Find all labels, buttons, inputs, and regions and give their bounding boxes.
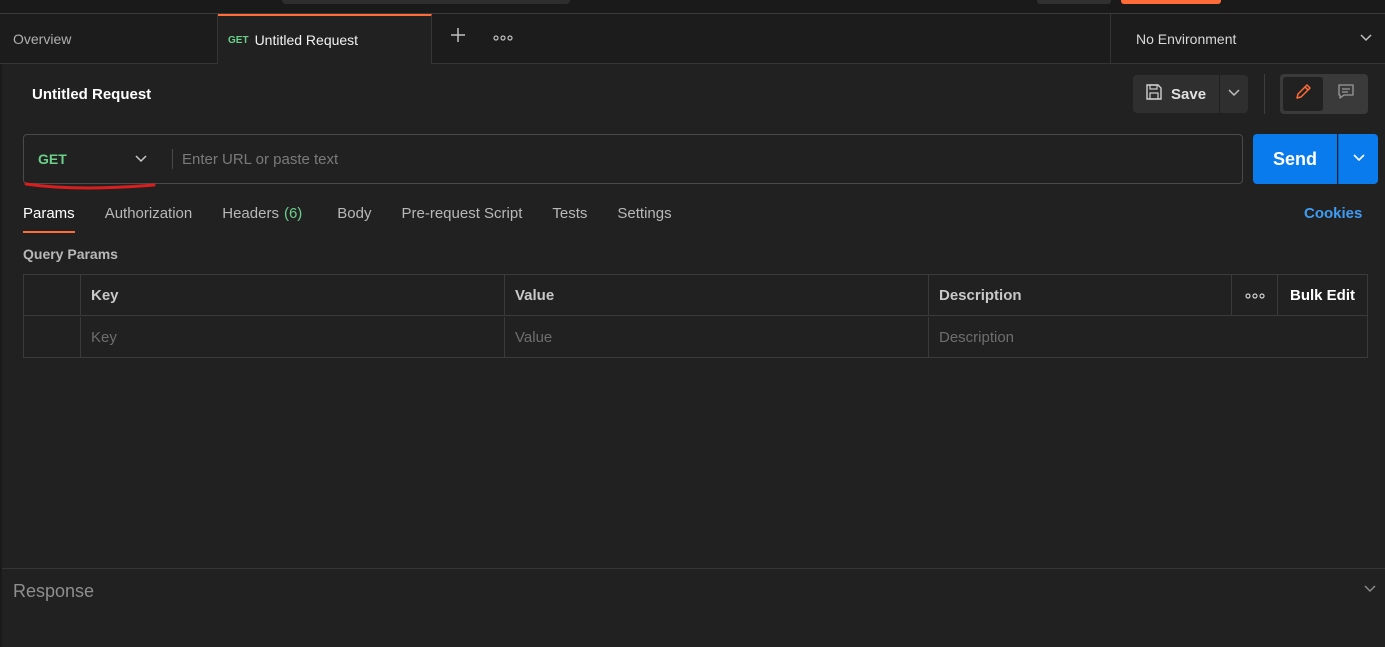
description-column-header: Description xyxy=(929,275,1232,316)
key-input[interactable]: Key xyxy=(81,317,505,358)
chevron-down-icon xyxy=(1352,150,1366,169)
tab-body[interactable]: Body xyxy=(337,200,371,230)
comment-icon xyxy=(1336,82,1356,107)
url-bar-divider xyxy=(172,149,173,169)
tab-untitled-request[interactable]: GET Untitled Request xyxy=(218,14,432,64)
tab-authorization[interactable]: Authorization xyxy=(105,200,193,230)
environment-select[interactable]: No Environment xyxy=(1110,14,1385,64)
view-mode-toggle xyxy=(1280,74,1368,114)
postman-window: Overview GET Untitled Request No Environ… xyxy=(0,0,1385,647)
bulk-edit-button[interactable]: Bulk Edit xyxy=(1278,275,1367,316)
query-params-title: Query Params xyxy=(23,246,118,262)
response-label: Response xyxy=(13,581,95,601)
chevron-down-icon[interactable] xyxy=(1363,581,1377,600)
sidebar-edge xyxy=(0,64,2,647)
save-label: Save xyxy=(1171,85,1207,103)
send-button[interactable]: Send xyxy=(1253,134,1337,184)
tab-settings[interactable]: Settings xyxy=(617,200,671,230)
tab-settings-label: Settings xyxy=(617,205,672,222)
send-options-button[interactable] xyxy=(1338,134,1378,184)
tab-params[interactable]: Params xyxy=(23,200,75,233)
red-underline-annotation xyxy=(24,182,156,190)
value-column-header: Value xyxy=(505,275,929,316)
tab-tests-label: Tests xyxy=(552,205,588,222)
tab-method-badge: GET xyxy=(228,34,249,46)
comments-button[interactable] xyxy=(1326,77,1366,111)
table-row: Key Value Description xyxy=(24,317,1367,358)
key-column-header: Key xyxy=(81,275,505,316)
tab-params-label: Params xyxy=(23,205,75,222)
plus-icon[interactable] xyxy=(446,26,470,50)
ellipsis-icon[interactable] xyxy=(1232,275,1278,316)
tab-overview[interactable]: Overview xyxy=(0,14,218,64)
send-label: Send xyxy=(1272,148,1317,169)
app-header-remnant xyxy=(0,0,1385,14)
tab-headers[interactable]: Headers (6) xyxy=(222,200,302,230)
environment-label: No Environment xyxy=(1136,31,1237,47)
tab-body-label: Body xyxy=(337,205,372,222)
ellipsis-icon[interactable] xyxy=(491,26,515,50)
save-options-button[interactable] xyxy=(1220,75,1248,113)
request-tabs: Params Authorization Headers (6) Body Pr… xyxy=(23,200,702,234)
query-params-table: Key Value Description Bulk Edit Key Valu… xyxy=(23,274,1368,358)
header-button-remnant[interactable] xyxy=(1037,0,1111,4)
chevron-down-icon xyxy=(1359,30,1373,47)
upgrade-button-remnant[interactable] xyxy=(1121,0,1221,4)
cookies-link[interactable]: Cookies xyxy=(1304,205,1362,222)
url-input[interactable] xyxy=(182,135,1222,183)
tab-pre-request-script[interactable]: Pre-request Script xyxy=(402,200,523,230)
tab-bar: Overview GET Untitled Request No Environ… xyxy=(0,14,1385,64)
tab-overview-label: Overview xyxy=(13,31,72,47)
url-bar: GET xyxy=(23,134,1243,184)
save-button[interactable]: Save xyxy=(1133,75,1219,113)
pencil-icon xyxy=(1293,82,1313,107)
tab-label: Untitled Request xyxy=(254,32,359,48)
search-bar-remnant[interactable] xyxy=(282,0,570,4)
toolbar-divider xyxy=(1264,74,1265,114)
save-icon xyxy=(1145,83,1171,105)
table-header-row: Key Value Description Bulk Edit xyxy=(24,275,1367,316)
method-select[interactable]: GET xyxy=(24,135,172,183)
response-panel[interactable]: Response xyxy=(2,568,1385,647)
tab-pre-request-script-label: Pre-request Script xyxy=(401,205,523,222)
edit-mode-button[interactable] xyxy=(1283,77,1323,111)
description-input[interactable]: Description xyxy=(929,317,1367,358)
row-checkbox-cell xyxy=(24,317,81,358)
method-label: GET xyxy=(38,151,67,167)
headers-count-badge: (6) xyxy=(283,205,303,222)
request-title[interactable]: Untitled Request xyxy=(32,86,151,103)
value-input[interactable]: Value xyxy=(505,317,929,358)
chevron-down-icon xyxy=(1227,85,1241,104)
tab-headers-label: Headers xyxy=(222,205,279,222)
checkbox-column-header xyxy=(24,275,81,316)
tab-authorization-label: Authorization xyxy=(104,205,193,222)
tab-tests[interactable]: Tests xyxy=(552,200,587,230)
chevron-down-icon xyxy=(134,151,148,168)
